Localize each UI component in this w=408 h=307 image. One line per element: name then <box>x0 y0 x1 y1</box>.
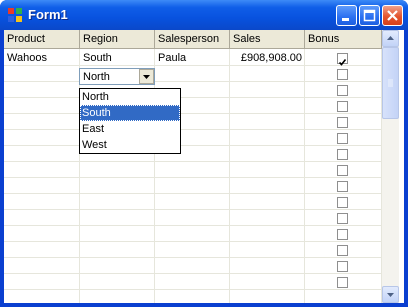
column-header-sales[interactable]: Sales <box>230 30 305 49</box>
bonus-checkbox[interactable] <box>337 149 348 160</box>
sales-cell[interactable]: £908,908.00 <box>230 51 302 66</box>
row-line <box>4 145 382 146</box>
scroll-up-button[interactable] <box>382 30 399 47</box>
bonus-checkbox[interactable] <box>337 277 348 288</box>
dropdown-option-north[interactable]: North <box>80 89 180 105</box>
scroll-thumb[interactable] <box>382 47 399 119</box>
bonus-checkbox[interactable] <box>337 133 348 144</box>
row-line <box>4 97 382 98</box>
chevron-down-icon <box>143 75 150 79</box>
row-line <box>4 193 382 194</box>
bonus-checkbox[interactable] <box>337 213 348 224</box>
dropdown-option-west[interactable]: West <box>80 137 180 153</box>
row-line <box>4 65 382 66</box>
bonus-checkbox[interactable] <box>337 261 348 272</box>
column-divider <box>229 49 230 303</box>
region-combobox[interactable]: North <box>79 68 155 85</box>
row-line <box>4 273 382 274</box>
dropdown-option-south[interactable]: South <box>80 105 180 121</box>
close-icon <box>387 10 398 21</box>
window-title: Form1 <box>28 7 68 22</box>
salesperson-cell[interactable]: Paula <box>158 51 186 66</box>
region-cell[interactable]: South <box>83 51 112 66</box>
row-line <box>4 113 382 114</box>
row-line <box>4 225 382 226</box>
checkmark-icon <box>338 59 347 66</box>
app-icon[interactable] <box>7 7 23 23</box>
scroll-down-button[interactable] <box>382 286 399 303</box>
row-line <box>4 81 382 82</box>
bonus-checkbox[interactable] <box>337 229 348 240</box>
column-divider <box>304 49 305 303</box>
region-dropdown-list[interactable]: North South East West <box>79 88 181 154</box>
combo-dropdown-button[interactable] <box>139 69 154 84</box>
bonus-checkbox[interactable] <box>337 85 348 96</box>
client-area: Product Region Salesperson Sales Bonus W… <box>4 30 404 303</box>
column-header-product[interactable]: Product <box>4 30 80 49</box>
maximize-button[interactable] <box>359 5 380 26</box>
minimize-icon <box>342 18 349 21</box>
grip-icon <box>388 79 393 87</box>
bonus-checkbox[interactable] <box>337 197 348 208</box>
close-button[interactable] <box>382 5 403 26</box>
combo-selected-value: North <box>83 71 110 83</box>
column-header-region[interactable]: Region <box>80 30 155 49</box>
vertical-scrollbar[interactable] <box>382 30 399 303</box>
bonus-checkbox[interactable] <box>337 181 348 192</box>
row-line <box>4 289 382 290</box>
bonus-checkbox[interactable] <box>337 101 348 112</box>
bonus-checkbox[interactable] <box>337 53 348 66</box>
title-bar[interactable]: Form1 <box>0 0 408 30</box>
bonus-checkbox[interactable] <box>337 69 348 80</box>
maximize-icon <box>363 9 376 22</box>
column-header-bonus[interactable]: Bonus <box>305 30 382 49</box>
bonus-checkbox[interactable] <box>337 245 348 256</box>
row-line <box>4 241 382 242</box>
row-line <box>4 177 382 178</box>
bonus-checkbox[interactable] <box>337 117 348 128</box>
minimize-button[interactable] <box>336 5 357 26</box>
product-cell[interactable]: Wahoos <box>7 51 47 66</box>
row-line <box>4 129 382 130</box>
data-grid[interactable]: Product Region Salesperson Sales Bonus W… <box>4 30 382 303</box>
column-header-salesperson[interactable]: Salesperson <box>155 30 230 49</box>
form-window: Form1 Product Region Salesperson Sales B… <box>0 0 408 307</box>
arrow-down-icon <box>387 293 394 297</box>
row-line <box>4 209 382 210</box>
bonus-checkbox[interactable] <box>337 165 348 176</box>
row-line <box>4 257 382 258</box>
dropdown-option-east[interactable]: East <box>80 121 180 137</box>
arrow-up-icon <box>387 36 394 40</box>
row-line <box>4 161 382 162</box>
